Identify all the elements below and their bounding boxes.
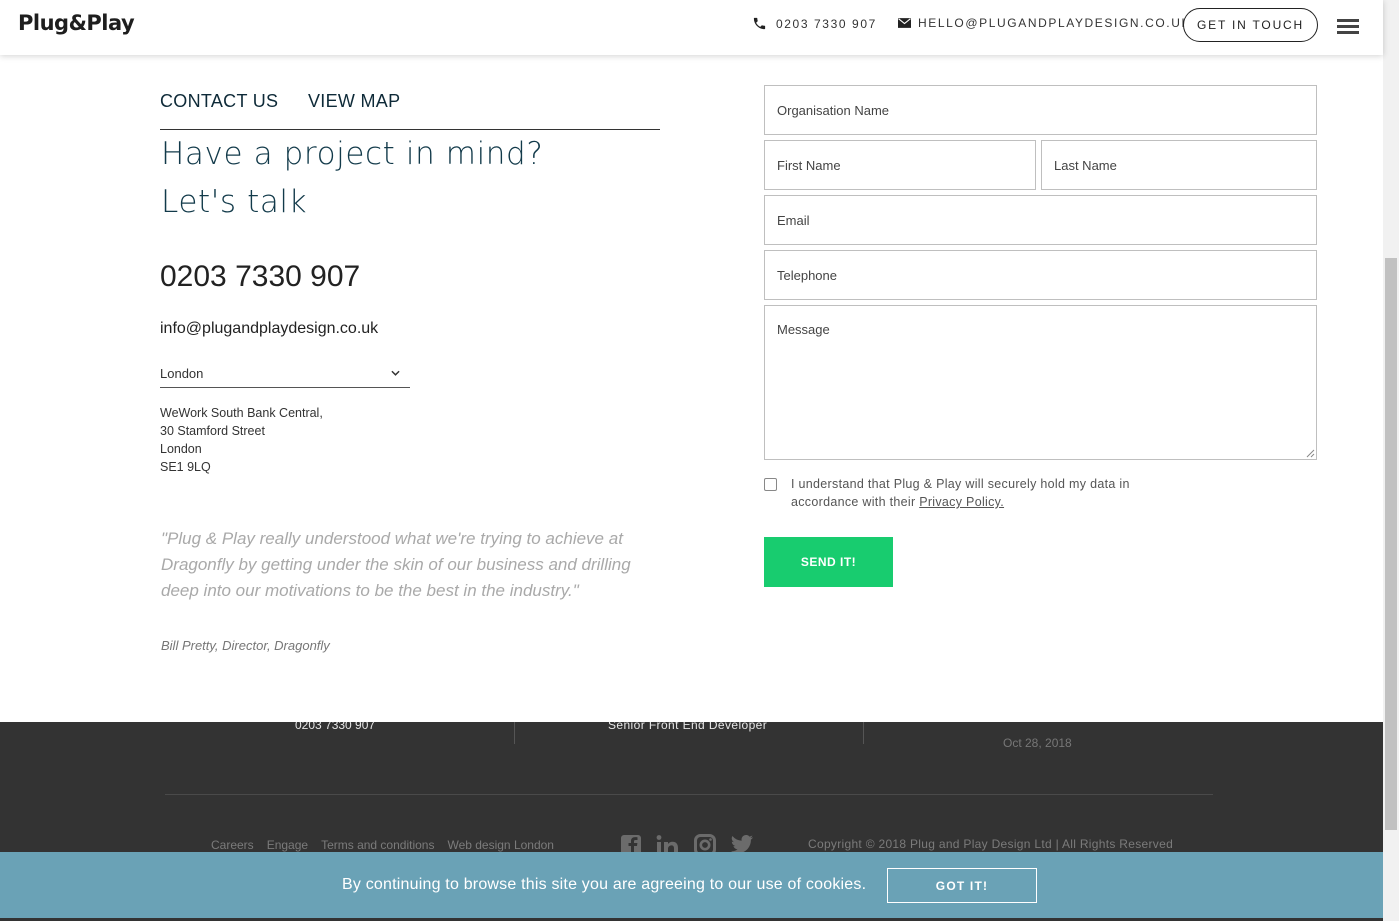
footer-copyright: Copyright © 2018 Plug and Play Design Lt… xyxy=(808,837,1174,851)
address-line: WeWork South Bank Central, xyxy=(160,406,323,420)
telephone-input[interactable] xyxy=(764,250,1317,300)
send-button[interactable]: SEND IT! xyxy=(764,537,893,587)
tab-contact-us[interactable]: CONTACT US xyxy=(160,91,278,112)
organisation-name-input[interactable] xyxy=(764,85,1317,135)
testimonial-quote: "Plug & Play really understood what we'r… xyxy=(161,529,631,600)
hamburger-menu-icon[interactable] xyxy=(1337,19,1359,35)
footer-link-careers[interactable]: Careers xyxy=(211,838,254,852)
cookie-message: By continuing to browse this site you ar… xyxy=(342,876,867,893)
footer-phone[interactable]: 0203 7330 907 xyxy=(295,722,375,732)
office-select-value: London xyxy=(160,366,204,381)
header-email-link[interactable]: HELLO@PLUGANDPLAYDESIGN.CO.UK xyxy=(898,16,1191,30)
contact-phone[interactable]: 0203 7330 907 xyxy=(160,260,360,294)
footer-divider xyxy=(863,722,864,744)
envelope-icon xyxy=(898,18,911,28)
footer-separator xyxy=(165,794,1213,795)
chevron-down-icon xyxy=(391,370,400,376)
contact-email[interactable]: info@plugandplaydesign.co.uk xyxy=(160,320,378,338)
page-heading-line-2: Let's talk xyxy=(161,184,308,220)
privacy-consent-label: I understand that Plug & Play will secur… xyxy=(791,475,1151,511)
footer-link-web-design-london[interactable]: Web design London xyxy=(447,838,554,852)
footer-date: Oct 28, 2018 xyxy=(1003,736,1072,750)
phone-icon xyxy=(753,17,766,30)
privacy-consent-checkbox[interactable] xyxy=(764,478,777,491)
email-input[interactable] xyxy=(764,195,1317,245)
get-in-touch-button[interactable]: GET IN TOUCH xyxy=(1183,8,1318,42)
privacy-policy-link[interactable]: Privacy Policy. xyxy=(919,495,1004,509)
address-line: SE1 9LQ xyxy=(160,460,211,474)
last-name-input[interactable] xyxy=(1041,140,1317,190)
contact-tabs: CONTACT US VIEW MAP xyxy=(160,90,660,130)
page-heading-line-1: Have a project in mind? xyxy=(161,136,544,172)
header-phone-text: 0203 7330 907 xyxy=(776,16,877,31)
footer-job-title[interactable]: Senior Front End Developer xyxy=(608,722,767,732)
header-email-text: HELLO@PLUGANDPLAYDESIGN.CO.UK xyxy=(918,16,1192,30)
resize-grip-icon[interactable] xyxy=(1305,448,1315,458)
office-address: WeWork South Bank Central, 30 Stamford S… xyxy=(160,404,323,476)
site-logo[interactable]: Plug&Play xyxy=(18,11,135,35)
address-line: London xyxy=(160,442,202,456)
site-header: Plug&Play 0203 7330 907 HELLO@PLUGANDPLA… xyxy=(0,0,1383,55)
footer-link-terms[interactable]: Terms and conditions xyxy=(321,838,434,852)
cookie-accept-button[interactable]: GOT IT! xyxy=(887,868,1037,903)
footer-links: Careers Engage Terms and conditions Web … xyxy=(211,838,554,852)
address-line: 30 Stamford Street xyxy=(160,424,265,438)
footer-link-engage[interactable]: Engage xyxy=(267,838,308,852)
cookie-consent-bar: By continuing to browse this site you ar… xyxy=(0,852,1383,918)
tab-view-map[interactable]: VIEW MAP xyxy=(308,91,400,112)
office-location-select[interactable]: London xyxy=(160,365,410,388)
footer-divider xyxy=(514,722,515,744)
first-name-input[interactable] xyxy=(764,140,1036,190)
testimonial-author: Bill Pretty, Director, Dragonfly xyxy=(161,638,330,653)
scrollbar-thumb[interactable] xyxy=(1385,258,1397,830)
header-phone-link[interactable]: 0203 7330 907 xyxy=(752,16,877,31)
message-textarea[interactable] xyxy=(764,305,1317,460)
